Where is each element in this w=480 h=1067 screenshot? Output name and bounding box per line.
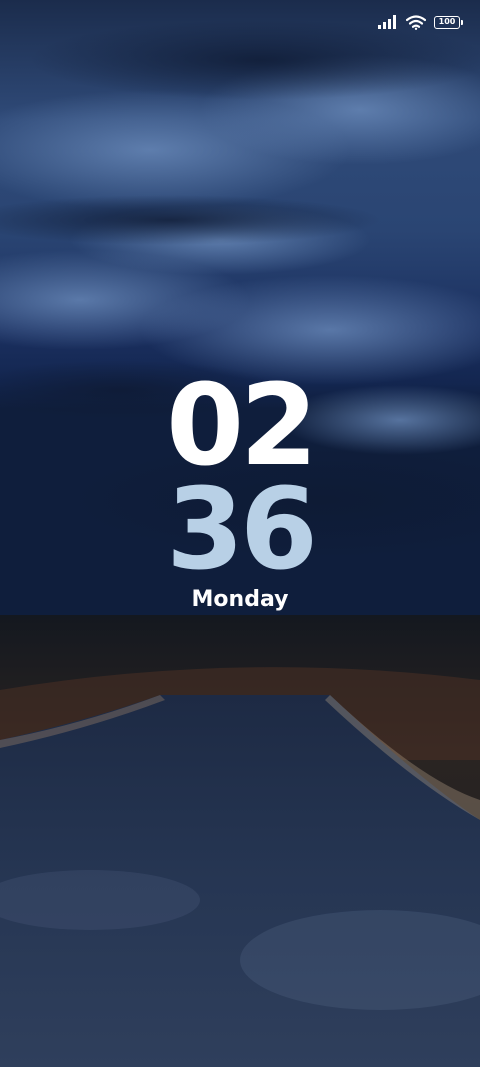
signal-bars-icon [378,15,396,29]
status-bar: 100 [378,12,463,32]
battery-icon: 100 [434,15,463,29]
clock-day-label: Monday [191,587,289,612]
lock-screen: 100 02 36 Monday [0,0,480,1067]
battery-level-text: 100 [438,17,456,26]
wifi-icon [406,14,426,30]
clock-minutes: 36 [166,465,318,595]
